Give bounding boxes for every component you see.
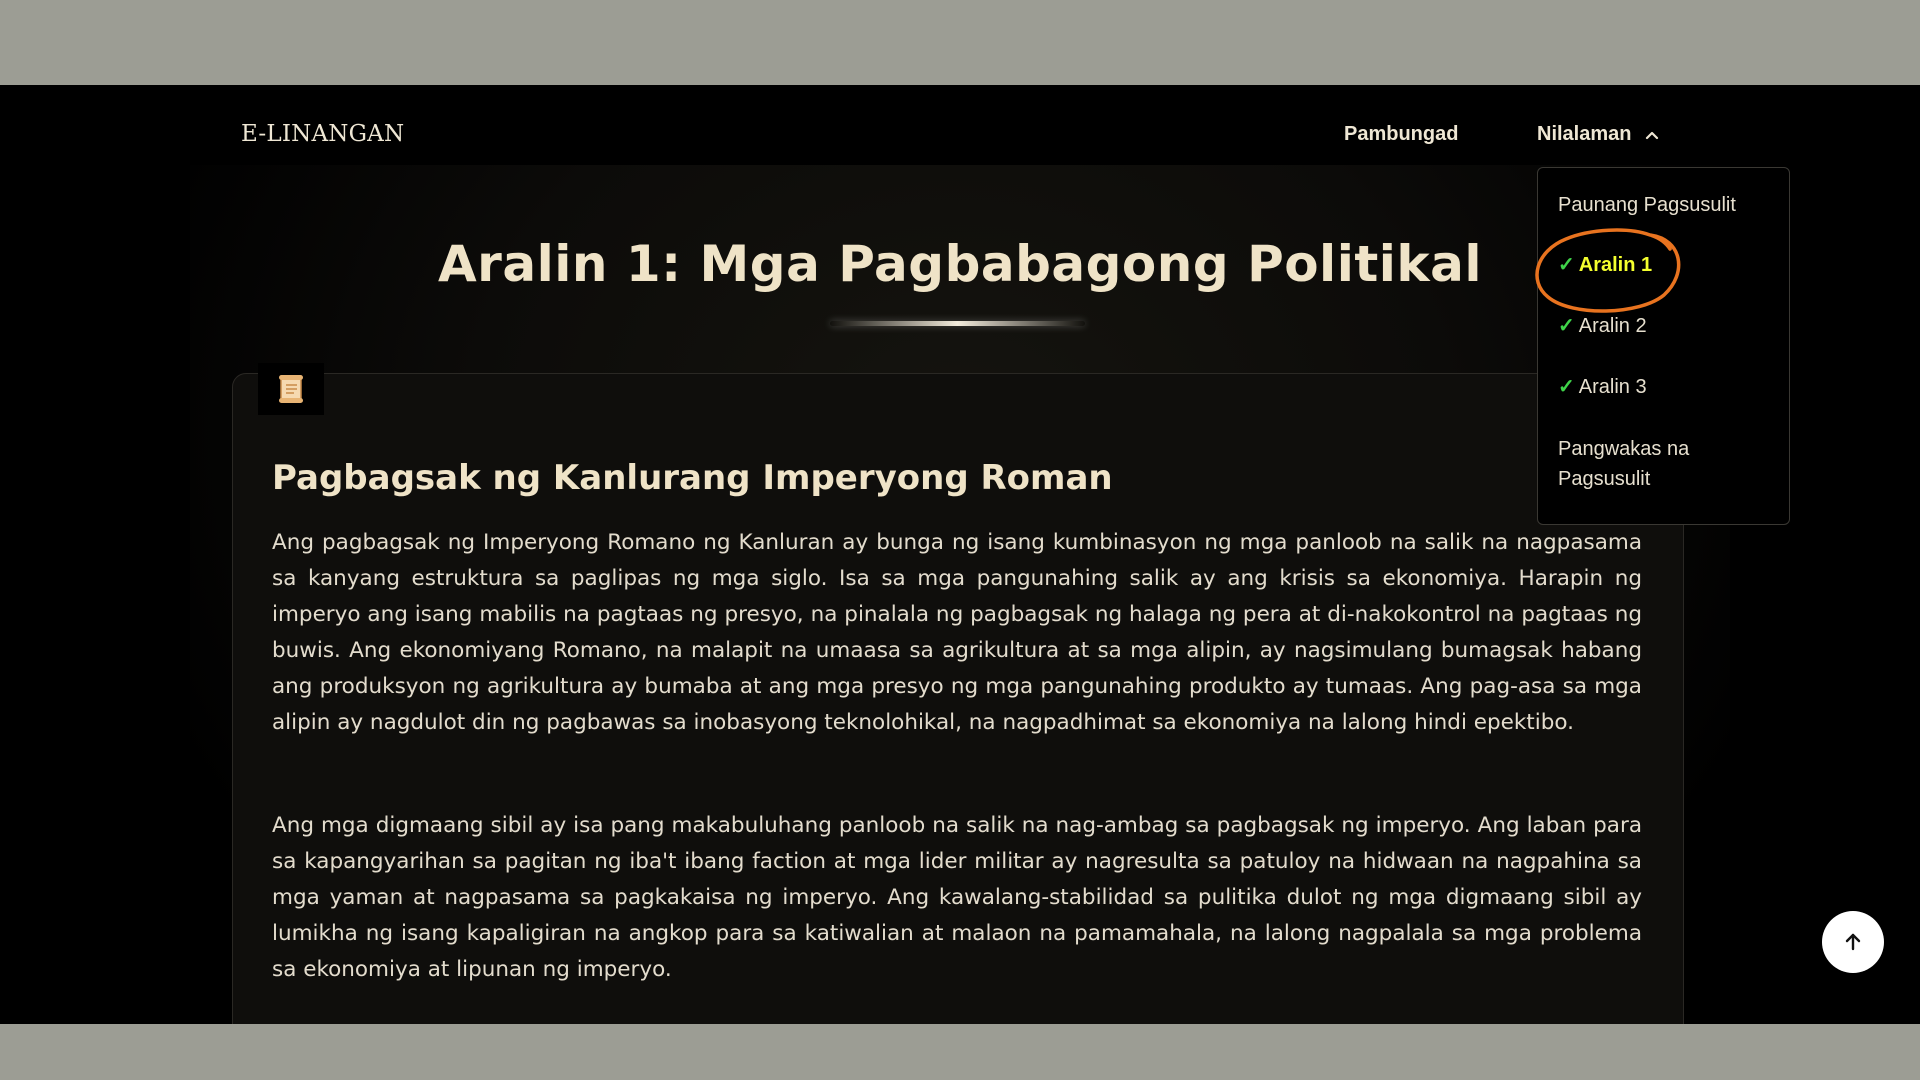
paragraph: Ang mga digmaang sibil ay isa pang makab… <box>272 813 1642 982</box>
nav-nilalaman[interactable]: Nilalaman <box>1537 123 1659 146</box>
title-underline <box>830 321 1085 326</box>
paragraph: Ang pagbagsak ng Imperyong Romano ng Kan… <box>272 530 1642 735</box>
top-letterbox <box>0 0 1920 85</box>
menu-item-label: Paunang Pagsusulit <box>1558 194 1736 216</box>
arrow-up-icon <box>1845 933 1861 951</box>
checkmark-icon: ✓ <box>1558 376 1575 398</box>
menu-item-label: Aralin 2 <box>1578 315 1647 337</box>
menu-item-paunang-pagsusulit[interactable]: Paunang Pagsusulit <box>1558 190 1778 220</box>
menu-item-pangwakas-na-pagsusulit[interactable]: Pangwakas na Pagsusulit <box>1558 434 1778 494</box>
app-screen: E-LINANGAN Pambungad Nilalaman Aralin 1:… <box>0 85 1920 1024</box>
site-logo[interactable]: E-LINANGAN <box>241 121 404 147</box>
card-badge <box>258 363 324 415</box>
menu-item-aralin-3[interactable]: ✓ Aralin 3 <box>1558 372 1778 402</box>
nilalaman-dropdown-menu: Paunang Pagsusulit ✓ Aralin 1 ✓ Aralin 2 ✓… <box>1537 167 1790 525</box>
menu-item-label: Aralin 3 <box>1578 376 1647 398</box>
chevron-up-icon <box>1646 131 1659 139</box>
menu-item-label: Pangwakas na Pagsusulit <box>1558 438 1690 490</box>
scroll-to-top-button[interactable] <box>1822 911 1884 973</box>
nav-pambungad[interactable]: Pambungad <box>1344 123 1458 146</box>
bottom-letterbox <box>0 1024 1920 1080</box>
section-title: Pagbagsak ng Kanlurang Imperyong Roman <box>272 458 1113 498</box>
nav-nilalaman-label: Nilalaman <box>1537 123 1632 145</box>
scroll-icon <box>279 375 303 403</box>
checkmark-icon: ✓ <box>1558 315 1575 337</box>
highlight-circle-annotation <box>1535 228 1681 313</box>
